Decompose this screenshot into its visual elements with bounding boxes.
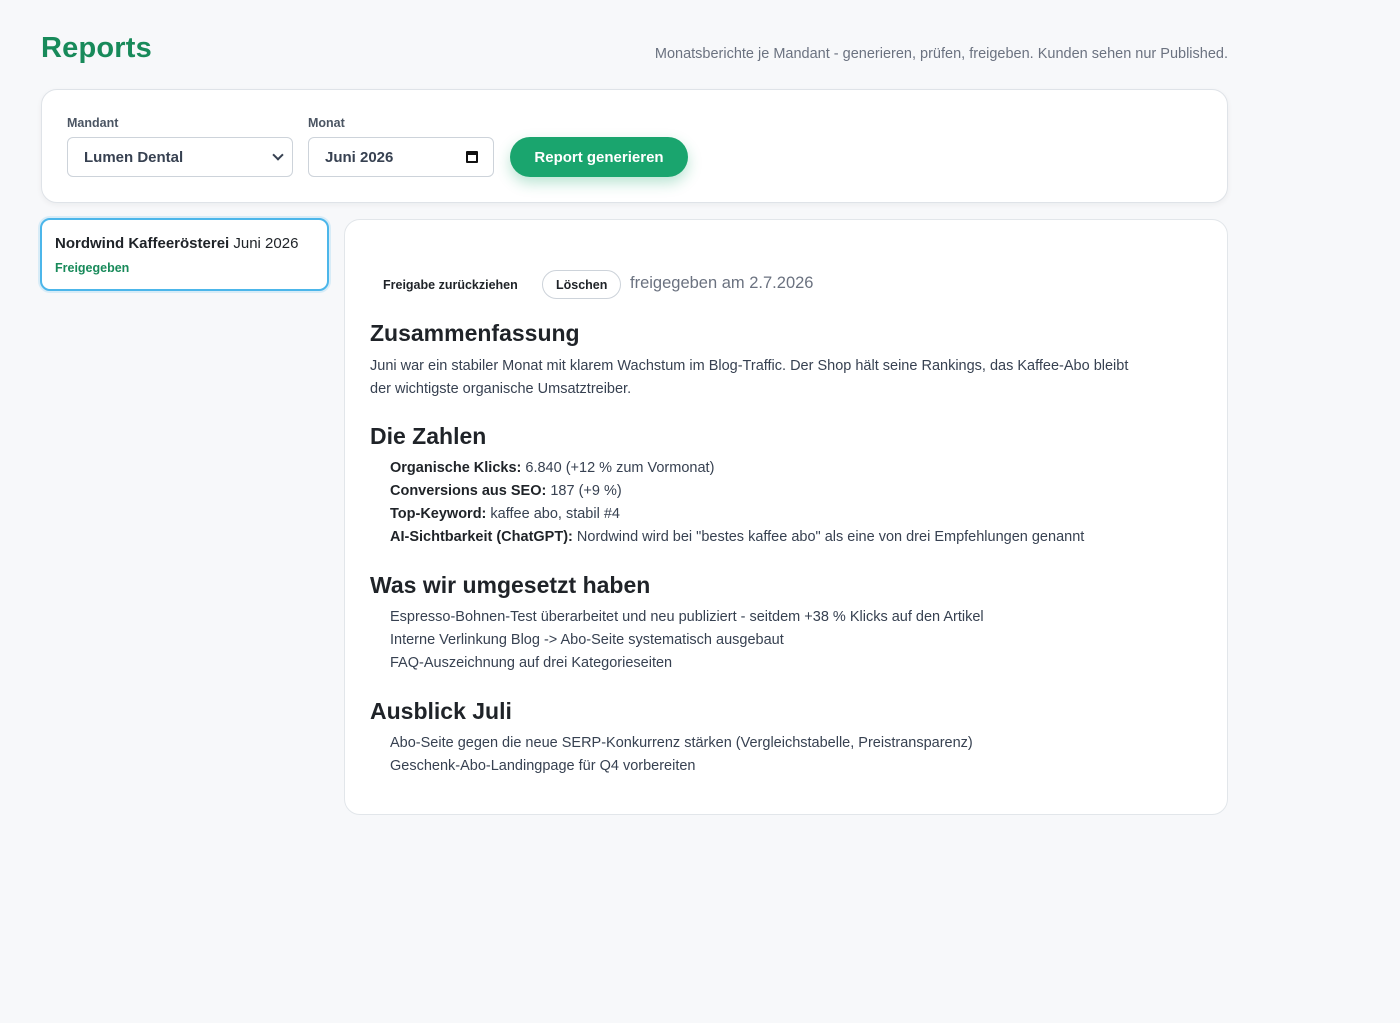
summary-text: Juni war ein stabiler Monat mit klarem W…	[370, 358, 1129, 397]
monat-input-value: Juni 2026	[325, 148, 394, 166]
mandant-select[interactable]: Lumen Dental	[67, 137, 293, 177]
list-item: FAQ-Auszeichnung auf drei Kategorieseite…	[390, 655, 673, 671]
mandant-label: Mandant	[67, 116, 119, 130]
generate-report-button[interactable]: Report generieren	[510, 137, 688, 177]
list-item: Conversions aus SEO: 187 (+9 %)	[390, 483, 622, 499]
list-item: Geschenk-Abo-Landingpage für Q4 vorberei…	[390, 758, 696, 774]
list-item: Organische Klicks: 6.840 (+12 % zum Vorm…	[390, 460, 715, 476]
monat-label: Monat	[308, 116, 345, 130]
delete-button[interactable]: Löschen	[542, 270, 622, 299]
list-item: AI-Sichtbarkeit (ChatGPT): Nordwind wird…	[390, 529, 1085, 545]
report-list-item[interactable]: Nordwind Kaffeerösterei Juni 2026 Freige…	[40, 218, 329, 291]
list-item: Interne Verlinkung Blog -> Abo-Seite sys…	[390, 632, 784, 648]
report-list-item-client: Nordwind Kaffeerösterei	[55, 235, 230, 252]
report-list-item-title: Nordwind Kaffeerösterei Juni 2026	[55, 235, 298, 252]
section-heading-outlook: Ausblick Juli	[370, 698, 512, 724]
section-heading-done: Was wir umgesetzt haben	[370, 572, 651, 598]
report-list-item-period: Juni 2026	[233, 235, 299, 252]
page-header: Reports Monatsberichte je Mandant - gene…	[41, 30, 1228, 70]
mandant-select-value: Lumen Dental	[84, 148, 184, 166]
released-date-note: freigegeben am 2.7.2026	[630, 274, 814, 292]
page-title: Reports	[41, 32, 152, 64]
page-subtitle: Monatsberichte je Mandant - generieren, …	[654, 46, 1228, 62]
calendar-icon[interactable]	[466, 151, 478, 163]
report-action-bar: Freigabe zurückziehen Löschen freigegebe…	[370, 270, 970, 300]
monat-input[interactable]: Juni 2026	[308, 137, 494, 177]
chevron-down-icon	[272, 149, 284, 161]
list-item: Top-Keyword: kaffee abo, stabil #4	[390, 506, 620, 522]
list-item: Espresso-Bohnen-Test überarbeitet und ne…	[390, 609, 984, 625]
withdraw-release-button[interactable]: Freigabe zurückziehen	[370, 270, 531, 300]
report-detail-card: Freigabe zurückziehen Löschen freigegebe…	[344, 219, 1228, 815]
section-heading-numbers: Die Zahlen	[370, 423, 487, 449]
status-badge: Freigegeben	[55, 261, 130, 275]
filter-card: Mandant Lumen Dental Monat Juni 2026 Rep…	[41, 89, 1228, 203]
list-item: Abo-Seite gegen die neue SERP-Konkurrenz…	[390, 735, 973, 751]
section-heading-summary: Zusammenfassung	[370, 320, 580, 346]
